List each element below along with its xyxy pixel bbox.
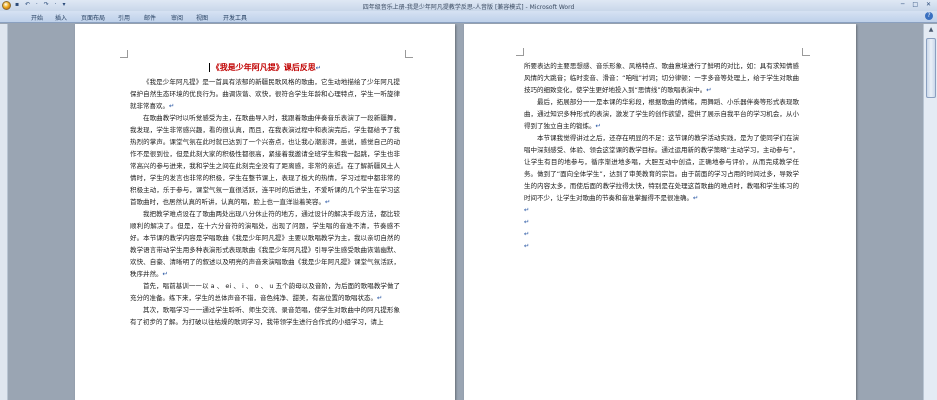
empty-paragraph: ↵ [524,206,530,214]
paragraph-mark: ↵ [377,294,383,302]
margin-corner-top-left [516,48,524,56]
page-1-body: 《我是少年阿凡提》课后反思↵ 《我是少年阿凡提》是一首具有浓郁的新疆民歌风格的歌… [130,62,400,328]
paragraph-mark: ↵ [169,102,175,110]
empty-paragraph: ↵ [524,242,530,250]
document-heading: 《我是少年阿凡提》课后反思 [208,63,316,72]
window-controls[interactable]: ─ □ ✕ [901,1,934,8]
paragraph-mark: ↵ [693,194,699,202]
margin-corner-top-right [802,48,810,56]
scrollbar-thumb[interactable] [926,38,936,98]
tab-developer[interactable]: 开发工具 [223,13,247,22]
margin-corner-top-right [405,50,413,58]
help-icon[interactable]: ? [925,12,933,20]
paragraph-mark: ↵ [706,86,712,94]
paragraph: 在歌曲教学时以听觉感受为主，在歌曲导入时，我跟着歌曲伴奏音乐表演了一段新疆舞，我… [130,114,400,206]
tab-insert[interactable]: 插入 [55,13,67,22]
paragraph: 我把教学难点设在了歌曲两处出现八分休止符的地方，通过设计的解决手段方法，都比较顺… [130,210,400,278]
ribbon-tabs: 开始 插入 页面布局 引用 邮件 审阅 视图 开发工具 ? [0,11,937,23]
paragraph: 首先，唱前基训一一以 a 、 ei 、 i 、 o 、 u 五个韵母以及音阶，为… [130,282,400,302]
tab-review[interactable]: 审阅 [171,13,183,22]
vertical-scrollbar[interactable]: ▲ [923,24,937,400]
page-2-body: 所要表达的主要思想感、音乐形象、风格特点、歌曲意境进行了鲜明的对比，如：具有求知… [524,60,799,252]
paragraph-mark: ↵ [315,64,322,72]
paragraph-mark: ↵ [595,122,601,130]
paragraph: 所要表达的主要思想感、音乐形象、风格特点、歌曲意境进行了鲜明的对比，如：具有求知… [524,62,799,94]
margin-corner-top-left [120,50,128,58]
document-page-1[interactable]: 《我是少年阿凡提》课后反思↵ 《我是少年阿凡提》是一首具有浓郁的新疆民歌风格的歌… [75,24,455,400]
vertical-ruler [0,24,8,400]
title-bar: ▪ ↶ · ↷ · ▾ 四年级音乐上册-我是少年阿凡提教学反思-人音版 [兼容模… [0,0,937,11]
empty-paragraph: ↵ [524,218,530,226]
document-page-2[interactable]: 所要表达的主要思想感、音乐形象、风格特点、歌曲意境进行了鲜明的对比，如：具有求知… [464,24,856,400]
paragraph-mark: ↵ [162,270,168,278]
paragraph: 其次，歌唱学习一一通过学生聆听、师生交流、录音范唱，使学生对歌曲中的阿凡提形象有… [130,306,400,326]
paragraph-mark: ↵ [325,198,331,206]
tab-references[interactable]: 引用 [118,13,130,22]
tab-mailings[interactable]: 邮件 [144,13,156,22]
window-title: 四年级音乐上册-我是少年阿凡提教学反思-人音版 [兼容模式] - Microso… [362,4,575,11]
paragraph: 最后，拓展部分一一是本课的华彩段，根据歌曲的情绪，用舞蹈、小乐器伴奏等形式表现歌… [524,98,799,130]
tab-home[interactable]: 开始 [31,13,43,22]
paragraph: 本节课我觉得讲过之后，还存在明显的不足：这节课的教学活动实践，是为了使同学们在演… [524,134,799,202]
tab-page-layout[interactable]: 页面布局 [81,13,105,22]
tab-view[interactable]: 视图 [196,13,208,22]
document-workspace: 《我是少年阿凡提》课后反思↵ 《我是少年阿凡提》是一首具有浓郁的新疆民歌风格的歌… [0,24,937,400]
heading-line: 《我是少年阿凡提》课后反思↵ [130,62,400,74]
paragraph: 《我是少年阿凡提》是一首具有浓郁的新疆民歌风格的歌曲，它生动地描绘了少年阿凡提保… [130,78,400,110]
empty-paragraph: ↵ [524,230,530,238]
scroll-up-icon[interactable]: ▲ [927,26,935,34]
